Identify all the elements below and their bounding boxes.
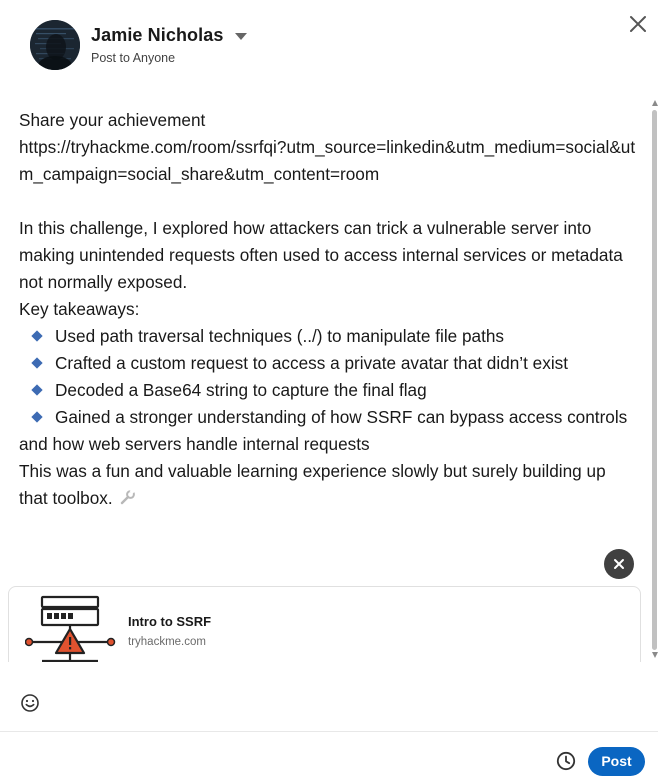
post-line: Key takeaways: [19,299,140,319]
author-selector[interactable]: Jamie Nicholas Post to Anyone [91,25,248,65]
dismiss-preview-icon [614,559,624,569]
bullet-item: Crafted a custom request to access a pri… [19,350,639,377]
scroll-up-icon[interactable] [652,100,658,106]
bullet-item: Decoded a Base64 string to capture the f… [19,377,639,404]
scroll-down-icon[interactable] [652,652,658,658]
dismiss-preview-button[interactable] [604,549,634,579]
wrench-icon [119,487,136,514]
bullet-item: Gained a stronger understanding of how S… [19,404,639,458]
bullet-icon [31,411,43,424]
share-post-modal: Jamie Nicholas Post to Anyone Share your… [0,0,658,783]
post-link-text: https://tryhackme.com/room/ssrfqi?utm_so… [19,137,636,184]
post-text[interactable]: Share your achievement https://tryhackme… [19,107,639,514]
emoji-button[interactable] [19,692,41,714]
avatar[interactable] [30,20,80,70]
post-line: In this challenge, I explored how attack… [19,218,623,292]
caret-down-icon [235,33,248,40]
schedule-button[interactable] [555,750,577,772]
link-thumbnail [24,595,117,671]
scrollbar[interactable] [651,100,658,662]
post-line: This was a fun and valuable learning exp… [19,458,639,514]
clock-icon [556,751,576,771]
post-line: Share your achievement [19,110,206,130]
scroll-thumb[interactable] [652,110,657,650]
bullet-icon [31,330,43,343]
card-fade [0,662,658,682]
close-icon [630,16,646,32]
bullet-item: Used path traversal techniques (../) to … [19,323,639,350]
post-line [19,188,639,215]
bullet-text: Decoded a Base64 string to capture the f… [55,380,427,400]
bullet-text: Used path traversal techniques (../) to … [55,326,505,346]
audience-label: Post to Anyone [91,51,176,65]
bullet-text: Crafted a custom request to access a pri… [55,353,569,373]
bullet-text: Gained a stronger understanding of how S… [19,407,628,454]
post-editor[interactable]: Share your achievement https://tryhackme… [0,100,658,662]
footer-divider [0,731,658,732]
close-button[interactable] [622,8,654,40]
closing-text: This was a fun and valuable learning exp… [19,461,606,508]
post-button[interactable]: Post [588,747,645,776]
emoji-icon [21,694,39,712]
link-domain: tryhackme.com [128,636,206,648]
post-header: Jamie Nicholas Post to Anyone [0,0,658,95]
bullet-icon [31,384,43,397]
author-name: Jamie Nicholas [91,25,224,45]
link-title: Intro to SSRF [128,614,212,629]
bullet-icon [31,357,43,370]
